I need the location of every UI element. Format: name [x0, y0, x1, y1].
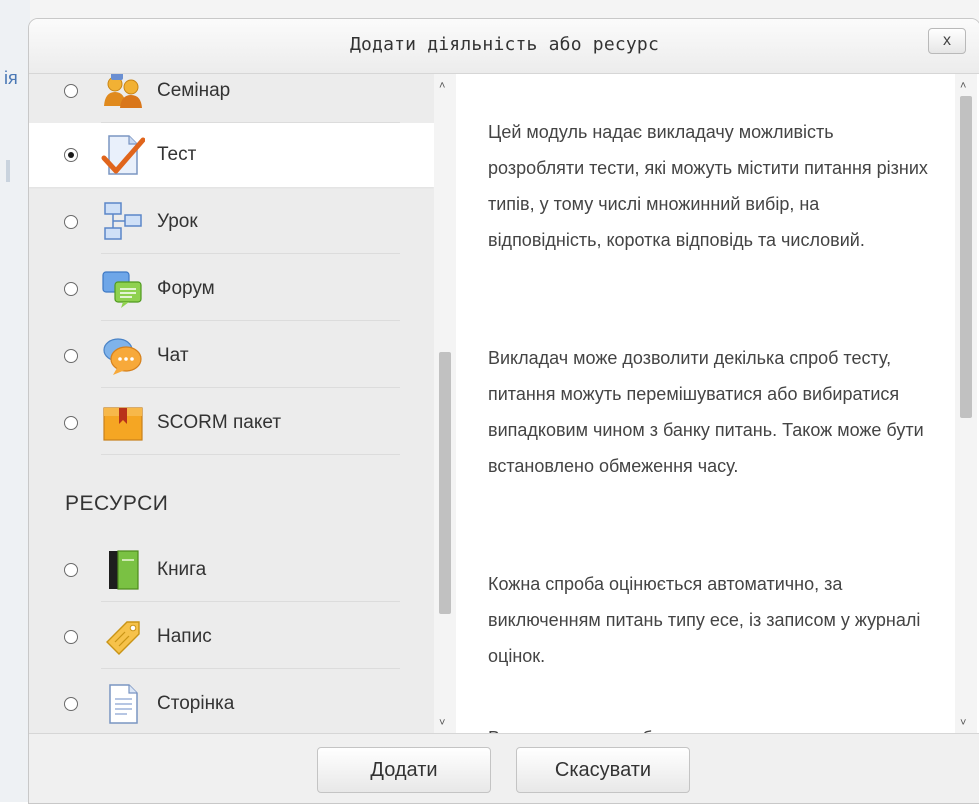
radio-scorm[interactable] — [64, 416, 78, 430]
option-scorm[interactable]: SCORM пакет — [29, 391, 434, 455]
radio-forum[interactable] — [64, 282, 78, 296]
options-scroll-thumb[interactable] — [439, 352, 451, 614]
description-paragraph: Викладач може вибрати, чи надавати — [488, 720, 928, 733]
add-button[interactable]: Додати — [317, 747, 491, 793]
option-quiz[interactable]: Тест — [29, 123, 434, 187]
book-icon — [109, 550, 139, 590]
description-paragraph: Кожна спроба оцінюється автоматично, за … — [488, 574, 921, 666]
option-book[interactable]: Книга — [29, 538, 434, 602]
radio-lesson[interactable] — [64, 215, 78, 229]
cancel-button[interactable]: Скасувати — [516, 747, 690, 793]
dialog-header: Додати діяльність або ресурс x — [29, 19, 979, 74]
option-label: Книга — [157, 559, 207, 580]
radio-quiz[interactable] — [64, 148, 78, 162]
divider — [101, 387, 400, 388]
option-workshop[interactable]: Семінар — [29, 74, 434, 123]
divider — [101, 668, 400, 669]
option-label: Напис — [157, 626, 212, 647]
option-page[interactable]: Сторінка — [29, 672, 434, 733]
workshop-icon — [104, 74, 142, 108]
radio-label[interactable] — [64, 630, 78, 644]
description-scroll-thumb[interactable] — [960, 96, 972, 418]
option-label: Сторінка — [157, 693, 235, 714]
option-label: SCORM пакет — [157, 412, 282, 433]
option-chat[interactable]: Чат — [29, 324, 434, 388]
add-activity-dialog: Додати діяльність або ресурс x Семінар Т… — [28, 18, 979, 804]
description-scrollbar[interactable]: ˄ ˅ — [955, 74, 977, 733]
scroll-down-arrow-icon[interactable]: ˅ — [960, 717, 966, 729]
forum-icon — [102, 271, 142, 308]
dialog-footer: Додати Скасувати — [29, 733, 979, 803]
label-icon — [106, 621, 140, 655]
option-forum[interactable]: Форум — [29, 257, 434, 321]
sidebar-marker — [6, 160, 10, 182]
lesson-icon — [104, 202, 142, 240]
module-description: Цей модуль надає викладачу можливість ро… — [459, 74, 955, 733]
scroll-down-arrow-icon[interactable]: ˅ — [439, 717, 445, 729]
radio-workshop[interactable] — [64, 84, 78, 98]
sidebar-text-fragment: ія — [4, 68, 18, 88]
radio-chat[interactable] — [64, 349, 78, 363]
page-sidebar-fragment: ія — [0, 0, 30, 802]
options-scrollbar[interactable]: ˄ ˅ — [434, 74, 456, 733]
option-label: Форум — [157, 278, 215, 299]
divider — [101, 253, 400, 254]
activity-list[interactable]: Семінар Тест Урок Форум Чат SCORM пакет … — [29, 74, 434, 733]
divider — [101, 454, 400, 455]
chat-icon — [103, 338, 142, 375]
option-label: Чат — [157, 345, 189, 366]
dialog-title: Додати діяльність або ресурс — [349, 34, 660, 55]
option-label: Семінар — [157, 80, 231, 101]
option-label-resource[interactable]: Напис — [29, 605, 434, 669]
divider — [101, 320, 400, 321]
option-lesson[interactable]: Урок — [29, 190, 434, 254]
quiz-icon — [101, 135, 145, 175]
page-icon — [109, 684, 138, 724]
resources-heading: РЕСУРСИ — [65, 492, 169, 515]
scorm-icon — [103, 407, 143, 441]
radio-page[interactable] — [64, 697, 78, 711]
divider — [101, 601, 400, 602]
option-label: Тест — [157, 144, 197, 165]
option-label: Урок — [157, 211, 198, 232]
close-button[interactable]: x — [928, 28, 966, 54]
scroll-up-arrow-icon[interactable]: ˄ — [439, 80, 445, 92]
scroll-up-arrow-icon[interactable]: ˄ — [960, 80, 966, 92]
radio-book[interactable] — [64, 563, 78, 577]
description-paragraph: Цей модуль надає викладачу можливість ро… — [488, 122, 928, 250]
description-paragraph: Викладач може дозволити декілька спроб т… — [488, 348, 924, 476]
